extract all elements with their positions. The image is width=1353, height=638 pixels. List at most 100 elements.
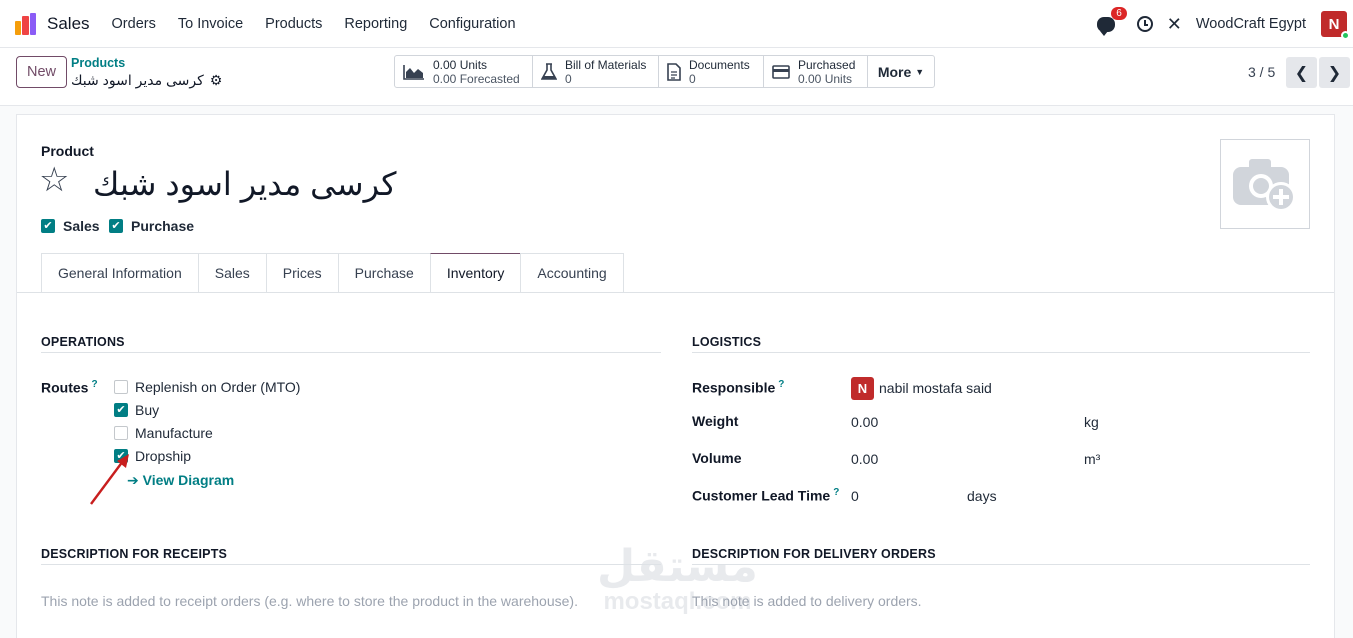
breadcrumb-products[interactable]: Products xyxy=(71,56,125,70)
activity-clock-icon[interactable] xyxy=(1136,16,1153,32)
volume-label: Volume xyxy=(692,450,742,466)
next-record-button[interactable]: ❯ xyxy=(1319,57,1350,88)
purchased-smart-button[interactable]: Purchased 0.00 Units xyxy=(764,56,868,87)
product-label: Product xyxy=(41,143,94,159)
control-panel: New Products كرسى مدير اسود شبك ⚙ 0.00 U… xyxy=(0,48,1353,106)
menu-orders[interactable]: Orders xyxy=(112,16,156,32)
help-icon[interactable]: ? xyxy=(91,379,97,390)
can-be-sold-checkbox[interactable]: ✔ Sales xyxy=(41,218,100,234)
sales-app-icon[interactable] xyxy=(15,12,37,35)
customer-lead-time-field[interactable]: 0 xyxy=(851,488,859,504)
menu-configuration[interactable]: Configuration xyxy=(429,16,515,32)
customer-lead-time-label: Customer Lead Time? xyxy=(692,487,840,504)
purchase-checkbox-label: Purchase xyxy=(131,218,195,234)
delivery-description-title: DESCRIPTION FOR DELIVERY ORDERS xyxy=(692,547,936,561)
bom-label: Bill of Materials xyxy=(565,57,647,72)
volume-unit: m³ xyxy=(1084,451,1101,467)
tab-inventory[interactable]: Inventory xyxy=(429,253,521,293)
credit-card-icon xyxy=(772,64,790,79)
pager-value[interactable]: 3 / 5 xyxy=(1248,64,1275,80)
tools-icon[interactable]: ✕ xyxy=(1167,14,1182,35)
documents-label: Documents xyxy=(689,57,750,72)
route-manufacture-checkbox[interactable]: Manufacture xyxy=(114,425,213,441)
main-menu: Orders To Invoice Products Reporting Con… xyxy=(112,16,538,32)
star-icon[interactable]: ☆ xyxy=(39,163,69,197)
route-manufacture-label: Manufacture xyxy=(135,425,213,441)
checkbox-checked-icon: ✔ xyxy=(109,219,123,233)
user-avatar[interactable]: N xyxy=(1321,11,1350,40)
gear-icon[interactable]: ⚙ xyxy=(210,72,223,89)
messages-button[interactable]: 6 xyxy=(1096,6,1127,36)
area-chart-icon xyxy=(403,64,424,80)
top-navbar: Sales Orders To Invoice Products Reporti… xyxy=(0,0,1353,48)
delivery-description-field[interactable]: This note is added to delivery orders. xyxy=(692,593,922,609)
menu-products[interactable]: Products xyxy=(265,16,322,32)
caret-down-icon: ▼ xyxy=(915,66,925,77)
weight-field[interactable]: 0.00 xyxy=(851,414,878,430)
tab-accounting[interactable]: Accounting xyxy=(520,253,624,293)
previous-record-button[interactable]: ❮ xyxy=(1286,57,1317,88)
responsible-field[interactable]: nabil mostafa said xyxy=(879,380,992,396)
responsible-avatar: N xyxy=(851,377,874,400)
route-mto-checkbox[interactable]: Replenish on Order (MTO) xyxy=(114,379,300,395)
more-label: More xyxy=(877,63,912,80)
checkbox-checked-icon: ✔ xyxy=(114,403,128,417)
delivery-divider xyxy=(692,564,1310,565)
forecast-forecasted: 0.00 Forecasted xyxy=(433,71,520,86)
tab-general-information[interactable]: General Information xyxy=(41,253,198,293)
tabs-divider xyxy=(17,292,1334,293)
record-title: كرسى مدير اسود شبك ⚙ xyxy=(71,72,222,89)
documents-smart-button[interactable]: Documents 0 xyxy=(659,56,764,87)
checkbox-unchecked-icon xyxy=(114,380,128,394)
receipts-description-title: DESCRIPTION FOR RECEIPTS xyxy=(41,547,228,561)
flask-icon xyxy=(541,62,557,80)
tab-sales[interactable]: Sales xyxy=(197,253,266,293)
weight-unit: kg xyxy=(1084,414,1099,430)
help-icon[interactable]: ? xyxy=(778,379,784,390)
routes-label: Routes? xyxy=(41,379,98,396)
document-icon xyxy=(667,62,681,81)
chevron-left-icon: ❮ xyxy=(1294,64,1309,82)
route-buy-label: Buy xyxy=(135,402,160,418)
receipts-description-field[interactable]: This note is added to receipt orders (e.… xyxy=(41,593,578,609)
bom-count: 0 xyxy=(565,71,572,86)
help-icon[interactable]: ? xyxy=(833,487,839,498)
messages-count-badge: 6 xyxy=(1111,6,1127,20)
route-mto-label: Replenish on Order (MTO) xyxy=(135,379,301,395)
volume-field[interactable]: 0.00 xyxy=(851,451,878,467)
menu-to-invoice[interactable]: To Invoice xyxy=(178,16,243,32)
forecast-smart-button[interactable]: 0.00 Units 0.00 Forecasted xyxy=(395,56,533,87)
product-image-upload[interactable] xyxy=(1220,139,1310,229)
more-dropdown-button[interactable]: More ▼ xyxy=(868,56,934,87)
route-buy-checkbox[interactable]: ✔ Buy xyxy=(114,402,159,418)
sales-checkbox-label: Sales xyxy=(63,218,100,234)
tab-prices[interactable]: Prices xyxy=(265,253,338,293)
receipts-divider xyxy=(41,564,661,565)
forecast-units: 0.00 Units xyxy=(433,57,488,72)
documents-count: 0 xyxy=(689,71,696,86)
weight-label: Weight xyxy=(692,413,739,429)
menu-reporting[interactable]: Reporting xyxy=(344,16,407,32)
new-button[interactable]: New xyxy=(16,56,67,88)
company-switcher[interactable]: WoodCraft Egypt xyxy=(1196,16,1306,32)
purchased-units: 0.00 Units xyxy=(798,71,853,86)
checkbox-unchecked-icon xyxy=(114,426,128,440)
bom-smart-button[interactable]: Bill of Materials 0 xyxy=(533,56,659,87)
product-name-field[interactable]: كرسى مدير اسود شبك xyxy=(93,165,396,203)
online-status-icon xyxy=(1341,31,1350,40)
record-title-text: كرسى مدير اسود شبك xyxy=(71,72,204,88)
logistics-divider xyxy=(692,352,1310,353)
can-be-purchased-checkbox[interactable]: ✔ Purchase xyxy=(109,218,194,234)
operations-divider xyxy=(41,352,661,353)
red-annotation-arrow xyxy=(90,454,129,505)
product-form-sheet: Product ☆ كرسى مدير اسود شبك ✔ Sales ✔ P… xyxy=(16,114,1335,638)
form-tabs: General Information Sales Prices Purchas… xyxy=(41,253,624,293)
checkbox-checked-icon: ✔ xyxy=(41,219,55,233)
responsible-label: Responsible? xyxy=(692,379,785,396)
tab-purchase[interactable]: Purchase xyxy=(337,253,430,293)
user-initial: N xyxy=(1328,15,1340,33)
camera-add-icon xyxy=(1233,159,1296,212)
purchased-label: Purchased xyxy=(798,57,856,72)
view-diagram-link[interactable]: ➔ View Diagram xyxy=(127,472,234,489)
app-name[interactable]: Sales xyxy=(47,14,90,34)
